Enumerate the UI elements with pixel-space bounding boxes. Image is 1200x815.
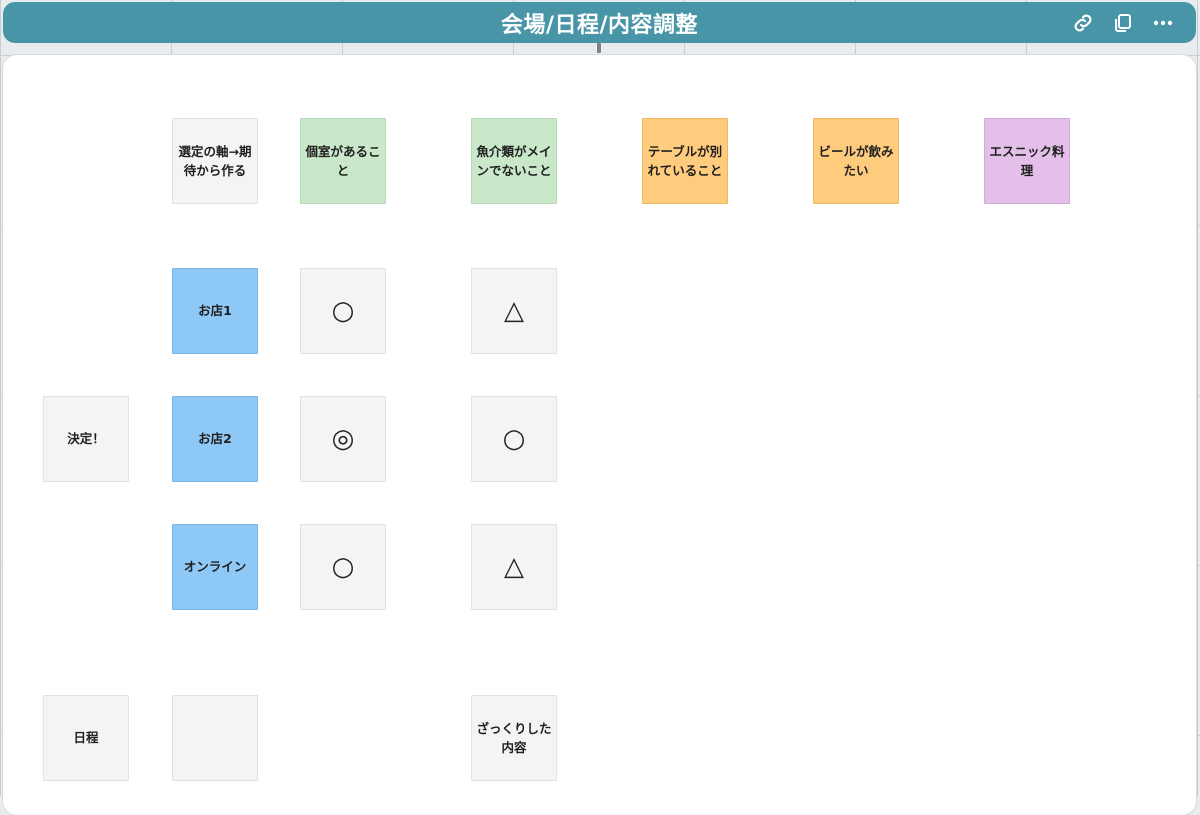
frame-title: 会場/日程/内容調整 (500, 12, 699, 38)
sticky-criterion-private-room[interactable]: 個室があること (300, 118, 386, 204)
sticky-criterion-no-seafood[interactable]: 魚介類がメインでないこと (471, 118, 557, 204)
sticky-online[interactable]: オンライン (172, 524, 258, 610)
sticky-shop-2[interactable]: お店2 (172, 396, 258, 482)
copy-icon[interactable] (1110, 10, 1136, 36)
link-icon[interactable] (1070, 10, 1096, 36)
sticky-decision[interactable]: 決定！ (43, 396, 129, 482)
sticky-schedule[interactable]: 日程 (43, 695, 129, 781)
sticky-blank[interactable] (172, 695, 258, 781)
sticky-mark-shop2-private-room[interactable]: ◎ (300, 396, 386, 482)
more-icon[interactable] (1150, 10, 1176, 36)
sticky-mark-online-no-seafood[interactable]: △ (471, 524, 557, 610)
frame-canvas: 選定の軸→期待から作る 個室があること 魚介類がメインでないこと テーブルが別れ… (3, 55, 1196, 815)
frame-resize-handle[interactable] (597, 43, 601, 53)
sticky-mark-shop1-private-room[interactable]: ○ (300, 268, 386, 354)
sticky-criterion-separate-tables[interactable]: テーブルが別れていること (642, 118, 728, 204)
sticky-criterion-beer[interactable]: ビールが飲みたい (813, 118, 899, 204)
sticky-mark-shop1-no-seafood[interactable]: △ (471, 268, 557, 354)
frame-header-actions (1070, 2, 1176, 43)
sticky-axis-header[interactable]: 選定の軸→期待から作る (172, 118, 258, 204)
sticky-criterion-ethnic[interactable]: エスニック料理 (984, 118, 1070, 204)
frame-header[interactable]: 会場/日程/内容調整 (3, 2, 1196, 43)
sticky-shop-1[interactable]: お店1 (172, 268, 258, 354)
sticky-mark-shop2-no-seafood[interactable]: ○ (471, 396, 557, 482)
sticky-mark-online-private-room[interactable]: ○ (300, 524, 386, 610)
sticky-rough-content[interactable]: ざっくりした内容 (471, 695, 557, 781)
